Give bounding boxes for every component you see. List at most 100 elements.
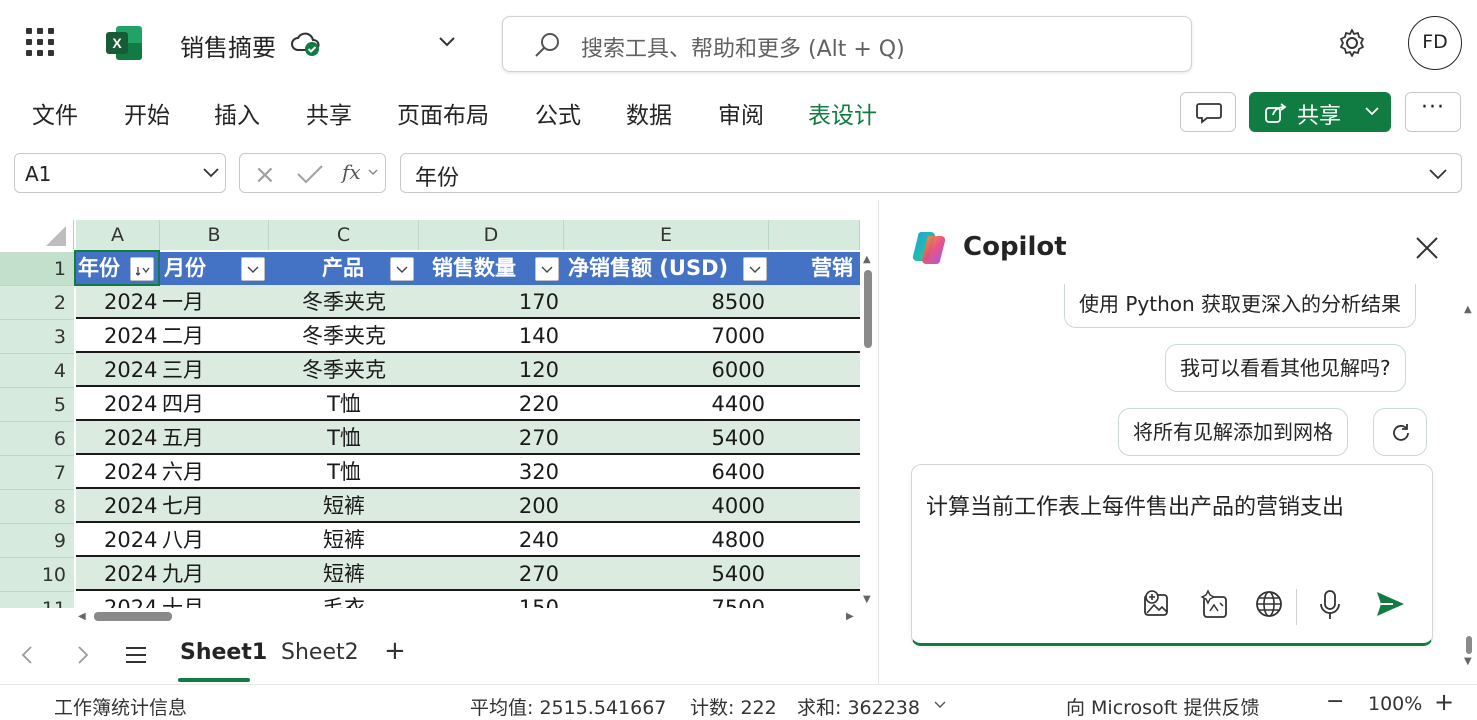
zoom-level[interactable]: 100% <box>1368 693 1422 715</box>
cell-product[interactable]: T恤 <box>269 455 419 489</box>
cell-qty[interactable]: 140 <box>419 319 559 353</box>
globe-icon[interactable] <box>1254 589 1284 619</box>
filter-button[interactable] <box>241 257 265 281</box>
row-header[interactable]: 5 <box>0 388 74 422</box>
suggestion-add-insights-to-grid[interactable]: 将所有见解添加到网格 <box>1118 408 1348 456</box>
cell-month[interactable]: 六月 <box>162 455 204 489</box>
tab-share[interactable]: 共享 <box>306 96 352 130</box>
row-header[interactable]: 7 <box>0 456 74 490</box>
row-header[interactable]: 2 <box>0 286 74 320</box>
scroll-right-arrow-icon[interactable]: ▶ <box>846 611 854 622</box>
chevron-left-icon[interactable] <box>20 645 34 665</box>
column-header-b[interactable]: B <box>160 220 269 250</box>
insert-function-icon[interactable]: fx <box>342 160 361 184</box>
scroll-left-arrow-icon[interactable]: ◀ <box>78 611 86 622</box>
cell-month[interactable]: 三月 <box>162 353 204 387</box>
cell-year[interactable]: 2024 <box>104 489 157 523</box>
column-header-c[interactable]: C <box>269 220 419 250</box>
chevron-down-icon[interactable] <box>368 169 378 177</box>
cell-sales[interactable]: 4800 <box>564 523 765 557</box>
search-box[interactable]: 搜索工具、帮助和更多 (Alt + Q) <box>502 16 1192 72</box>
vertical-scrollbar-thumb[interactable] <box>864 270 872 348</box>
close-icon[interactable] <box>1415 236 1439 260</box>
send-icon[interactable] <box>1374 589 1406 619</box>
cell-product[interactable]: 短裤 <box>269 557 419 591</box>
cell-qty[interactable]: 240 <box>419 523 559 557</box>
header-product[interactable]: 产品 <box>322 252 364 285</box>
tab-page-layout[interactable]: 页面布局 <box>397 96 489 130</box>
filter-button[interactable] <box>535 257 559 281</box>
prompt-guide-icon[interactable] <box>1198 589 1230 619</box>
header-sales-qty[interactable]: 销售数量 <box>432 252 516 285</box>
cell-qty[interactable]: 120 <box>419 353 559 387</box>
cell-year[interactable]: 2024 <box>104 387 157 421</box>
cell-year[interactable]: 2024 <box>104 455 157 489</box>
all-sheets-menu-icon[interactable] <box>124 645 148 665</box>
cell-year[interactable]: 2024 <box>104 557 157 591</box>
header-year[interactable]: 年份 <box>78 252 120 285</box>
header-marketing[interactable]: 营销 <box>811 252 853 285</box>
sheet-tab-sheet1[interactable]: Sheet1 <box>180 640 267 665</box>
row-header[interactable]: 10 <box>0 558 74 592</box>
row-header[interactable]: 4 <box>0 354 74 388</box>
cell-sales[interactable]: 8500 <box>564 285 765 319</box>
cell-product[interactable]: 短裤 <box>269 489 419 523</box>
filter-button[interactable] <box>743 257 767 281</box>
share-button[interactable]: 共享 <box>1249 92 1391 132</box>
cell-product[interactable]: 冬季夹克 <box>269 353 419 387</box>
cell-product[interactable]: 冬季夹克 <box>269 319 419 353</box>
cell-month[interactable]: 八月 <box>162 523 204 557</box>
cell-year[interactable]: 2024 <box>104 285 157 319</box>
name-box[interactable]: A1 <box>14 153 226 193</box>
tab-review[interactable]: 审阅 <box>718 96 764 130</box>
cell-product[interactable]: T恤 <box>269 387 419 421</box>
cell-qty[interactable]: 200 <box>419 489 559 523</box>
cell-qty[interactable]: 270 <box>419 421 559 455</box>
cell-sales[interactable]: 5400 <box>564 421 765 455</box>
document-title[interactable]: 销售摘要 <box>180 28 276 63</box>
workbook-statistics-link[interactable]: 工作簿统计信息 <box>54 693 187 720</box>
feedback-link[interactable]: 向 Microsoft 提供反馈 <box>1066 693 1260 720</box>
more-options-button[interactable]: ··· <box>1405 92 1461 132</box>
spreadsheet-grid[interactable]: A B C D E 1 2 3 4 5 6 7 8 9 10 11 年份 月份 … <box>0 200 878 630</box>
cell-year[interactable]: 2024 <box>104 353 157 387</box>
tab-insert[interactable]: 插入 <box>214 96 260 130</box>
tab-file[interactable]: 文件 <box>32 96 78 130</box>
tab-formulas[interactable]: 公式 <box>535 96 581 130</box>
cell-month[interactable]: 七月 <box>162 489 204 523</box>
header-net-sales[interactable]: 净销售额 (USD) <box>568 252 728 285</box>
chevron-down-icon[interactable] <box>438 34 456 48</box>
cell-month[interactable]: 四月 <box>162 387 204 421</box>
tab-data[interactable]: 数据 <box>626 96 672 130</box>
column-header-a[interactable]: A <box>76 220 160 250</box>
app-launcher-icon[interactable] <box>26 28 54 56</box>
scroll-up-arrow-icon[interactable]: ▲ <box>863 254 871 265</box>
attach-image-icon[interactable] <box>1142 589 1172 619</box>
cell-product[interactable]: T恤 <box>269 421 419 455</box>
zoom-in-button[interactable]: + <box>1434 688 1454 716</box>
check-icon[interactable] <box>296 163 324 185</box>
cell-sales[interactable]: 6400 <box>564 455 765 489</box>
gear-icon[interactable] <box>1336 27 1368 59</box>
cell-sales[interactable]: 4000 <box>564 489 765 523</box>
cell-month[interactable]: 一月 <box>162 285 204 319</box>
suggestion-python-analysis[interactable]: 使用 Python 获取更深入的分析结果 <box>1064 284 1417 328</box>
cell-sales[interactable]: 6000 <box>564 353 765 387</box>
column-header-e[interactable]: E <box>564 220 769 250</box>
scroll-down-arrow-icon[interactable]: ▼ <box>863 594 871 605</box>
add-sheet-button[interactable]: + <box>384 636 406 666</box>
chevron-down-icon[interactable] <box>934 701 946 709</box>
copilot-scroll-down-icon[interactable]: ▼ <box>1464 656 1472 667</box>
row-header[interactable]: 8 <box>0 490 74 524</box>
suggestion-more-insights[interactable]: 我可以看看其他见解吗? <box>1165 344 1406 392</box>
row-header[interactable]: 1 <box>0 252 74 286</box>
cell-month[interactable]: 九月 <box>162 557 204 591</box>
cell-qty[interactable]: 320 <box>419 455 559 489</box>
cell-qty[interactable]: 270 <box>419 557 559 591</box>
cell-sales[interactable]: 5400 <box>564 557 765 591</box>
chevron-right-icon[interactable] <box>76 645 90 665</box>
sheet-tab-sheet2[interactable]: Sheet2 <box>281 640 359 665</box>
refresh-button[interactable] <box>1373 408 1427 456</box>
microphone-icon[interactable] <box>1318 589 1342 621</box>
row-header[interactable]: 3 <box>0 320 74 354</box>
